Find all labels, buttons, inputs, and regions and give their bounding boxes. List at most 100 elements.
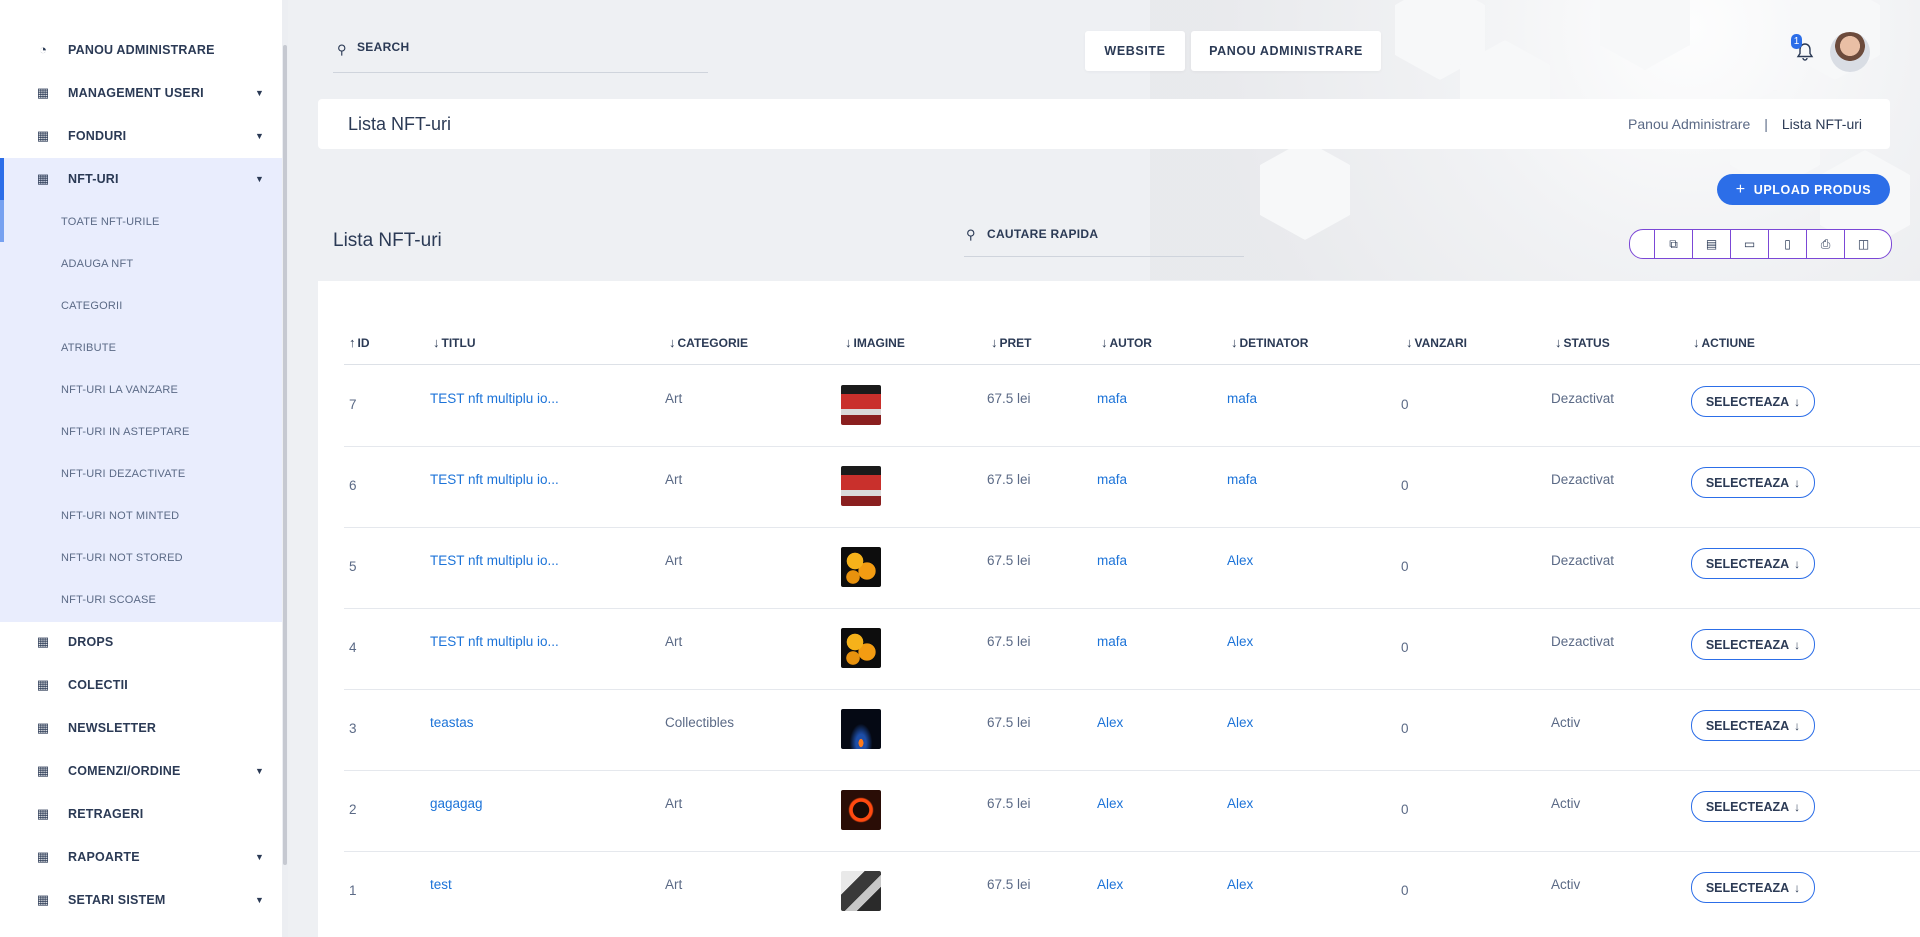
cell-title-link[interactable]: teastas (430, 715, 474, 730)
sidebar-item-comenzi-ordine[interactable]: ▦ COMENZI/ORDINE ▼ (0, 750, 282, 792)
breadcrumb-current: Lista NFT-uri (1781, 116, 1862, 132)
sort-down-icon: ↓ (1231, 335, 1238, 350)
website-button[interactable]: WEBSITE (1085, 31, 1185, 71)
cell-author-link[interactable]: mafa (1097, 553, 1127, 568)
cell-author-link[interactable]: mafa (1097, 472, 1127, 487)
cell-title-link[interactable]: TEST nft multiplu io... (430, 472, 559, 487)
cell-price: 67.5 lei (987, 715, 1031, 730)
select-action-button[interactable]: SELECTEAZA ↓ (1691, 791, 1815, 822)
sidebar-item-nft-uri[interactable]: ▦ NFT-URI ▼ (0, 158, 282, 200)
page-title: Lista NFT-uri (348, 114, 452, 134)
quick-search-input[interactable]: ⚲ CAUTARE RAPIDA (964, 220, 1244, 257)
cell-owner-link[interactable]: Alex (1227, 553, 1253, 568)
submenu-item-adauga-nft[interactable]: ADAUGA NFT (61, 258, 133, 270)
select-action-label: SELECTEAZA (1705, 799, 1790, 814)
search-icon: ⚲ (966, 227, 976, 242)
upload-product-button[interactable]: + UPLOAD PRODUS (1717, 174, 1890, 205)
submenu-item-toate-nft-urile[interactable]: TOATE NFT-URILE (61, 216, 160, 228)
breadcrumb-root[interactable]: Panou Administrare (1628, 116, 1750, 132)
cell-status: Dezactivat (1551, 634, 1615, 649)
avatar[interactable] (1830, 32, 1870, 72)
cell-author-link[interactable]: Alex (1097, 715, 1123, 730)
submenu-item-dezactivate[interactable]: NFT-URI DEZACTIVATE (61, 468, 185, 480)
cell-owner-link[interactable]: mafa (1227, 472, 1257, 487)
nft-thumbnail[interactable] (841, 466, 881, 506)
select-action-button[interactable]: SELECTEAZA ↓ (1691, 548, 1815, 579)
cell-owner-link[interactable]: mafa (1227, 391, 1257, 406)
cell-price: 67.5 lei (987, 472, 1031, 487)
submenu-item-la-vanzare[interactable]: NFT-URI LA VANZARE (61, 384, 178, 396)
cell-owner-link[interactable]: Alex (1227, 715, 1253, 730)
select-action-button[interactable]: SELECTEAZA ↓ (1691, 386, 1815, 417)
grid-icon: ▦ (36, 892, 50, 907)
sidebar: ◔ PANOU ADMINISTRARE ▦ MANAGEMENT USERI … (0, 0, 282, 937)
sidebar-item-management-useri[interactable]: ▦ MANAGEMENT USERI ▼ (0, 72, 282, 114)
select-action-button[interactable]: SELECTEAZA ↓ (1691, 872, 1815, 903)
column-header-titlu[interactable]: ↓ TITLU (433, 335, 476, 350)
sidebar-item-panou-administrare[interactable]: ◔ PANOU ADMINISTRARE (0, 29, 282, 71)
cell-author-link[interactable]: mafa (1097, 634, 1127, 649)
sidebar-item-drops[interactable]: ▦ DROPS (0, 621, 282, 663)
select-action-button[interactable]: SELECTEAZA ↓ (1691, 629, 1815, 660)
columns-icon[interactable]: ◫ (1844, 230, 1882, 258)
cell-author-link[interactable]: mafa (1097, 391, 1127, 406)
submenu-item-categorii[interactable]: CATEGORII (61, 300, 123, 312)
search-input[interactable]: ⚲ SEARCH (333, 28, 708, 73)
column-header-autor[interactable]: ↓ AUTOR (1101, 335, 1152, 350)
column-header-label: AUTOR (1109, 336, 1152, 350)
sidebar-item-colectii[interactable]: ▦ COLECTII (0, 664, 282, 706)
admin-panel-button[interactable]: PANOU ADMINISTRARE (1191, 31, 1381, 71)
submenu-item-scoase[interactable]: NFT-URI SCOASE (61, 594, 156, 606)
sidebar-item-setari-sistem[interactable]: ▦ SETARI SISTEM ▼ (0, 879, 282, 921)
sidebar-item-newsletter[interactable]: ▦ NEWSLETTER (0, 707, 282, 749)
nft-thumbnail[interactable] (841, 709, 881, 749)
sidebar-item-retrageri[interactable]: ▦ RETRAGERI (0, 793, 282, 835)
print-icon[interactable]: ⎙ (1806, 230, 1844, 258)
nft-thumbnail[interactable] (841, 385, 881, 425)
column-header-categorie[interactable]: ↓ CATEGORIE (669, 335, 748, 350)
select-action-button[interactable]: SELECTEAZA ↓ (1691, 467, 1815, 498)
cell-author-link[interactable]: Alex (1097, 877, 1123, 892)
dashboard-icon: ◔ (39, 42, 47, 57)
nft-thumbnail[interactable] (841, 790, 881, 830)
column-header-detinator[interactable]: ↓ DETINATOR (1231, 335, 1308, 350)
pdf-icon[interactable]: ▯ (1768, 230, 1806, 258)
cell-title-link[interactable]: test (430, 877, 452, 892)
sidebar-scrollbar-thumb[interactable] (283, 45, 287, 865)
cell-owner-link[interactable]: Alex (1227, 634, 1253, 649)
cell-price: 67.5 lei (987, 796, 1031, 811)
arrow-down-icon: ↓ (1794, 799, 1801, 814)
submenu-item-atribute[interactable]: ATRIBUTE (61, 342, 116, 354)
submenu-item-not-stored[interactable]: NFT-URI NOT STORED (61, 552, 183, 564)
column-header-actiune[interactable]: ↓ ACTIUNE (1693, 335, 1755, 350)
column-header-imagine[interactable]: ↓ IMAGINE (845, 335, 905, 350)
submenu-item-not-minted[interactable]: NFT-URI NOT MINTED (61, 510, 179, 522)
nft-thumbnail[interactable] (841, 871, 881, 911)
cell-sales: 0 (1401, 478, 1409, 493)
column-header-status[interactable]: ↓ STATUS (1555, 335, 1610, 350)
cell-author-link[interactable]: Alex (1097, 796, 1123, 811)
cell-title-link[interactable]: TEST nft multiplu io... (430, 553, 559, 568)
nft-thumbnail[interactable] (841, 547, 881, 587)
select-action-button[interactable]: SELECTEAZA ↓ (1691, 710, 1815, 741)
sidebar-item-fonduri[interactable]: ▦ FONDURI ▼ (0, 115, 282, 157)
cell-title-link[interactable]: TEST nft multiplu io... (430, 391, 559, 406)
column-header-pret[interactable]: ↓ PRET (991, 335, 1032, 350)
chevron-down-icon: ▼ (255, 766, 264, 776)
notifications-button[interactable]: 1 (1791, 34, 1816, 64)
nft-thumbnail[interactable] (841, 628, 881, 668)
cell-category: Art (665, 391, 683, 406)
cell-title-link[interactable]: gagagag (430, 796, 483, 811)
sort-down-icon: ↓ (1101, 335, 1108, 350)
cell-sales: 0 (1401, 640, 1409, 655)
sidebar-item-rapoarte[interactable]: ▦ RAPOARTE ▼ (0, 836, 282, 878)
cell-title-link[interactable]: TEST nft multiplu io... (430, 634, 559, 649)
cell-owner-link[interactable]: Alex (1227, 877, 1253, 892)
excel-icon[interactable]: ▤ (1692, 230, 1730, 258)
column-header-vanzari[interactable]: ↓ VANZARI (1406, 335, 1467, 350)
copy-icon[interactable]: ⧉ (1654, 230, 1692, 258)
column-header-id[interactable]: ↑ ID (349, 335, 370, 350)
submenu-item-in-asteptare[interactable]: NFT-URI IN ASTEPTARE (61, 426, 189, 438)
cell-owner-link[interactable]: Alex (1227, 796, 1253, 811)
csv-icon[interactable]: ▭ (1730, 230, 1768, 258)
